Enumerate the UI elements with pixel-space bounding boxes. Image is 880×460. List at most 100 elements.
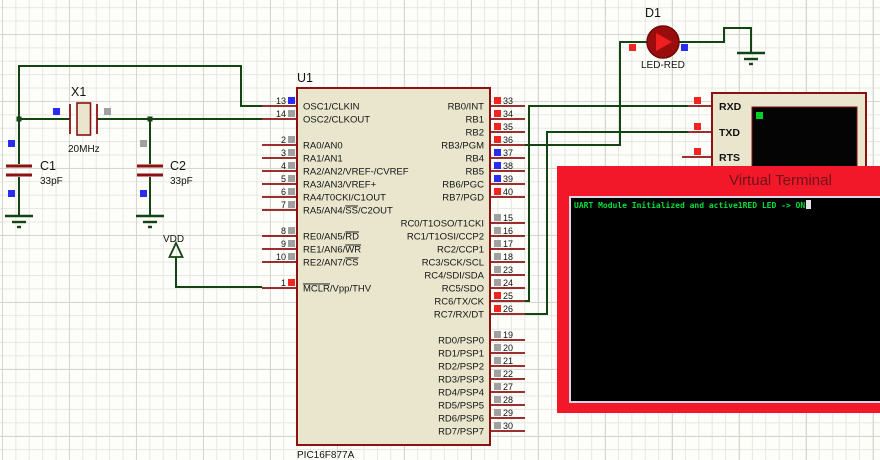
ground-symbol-c2[interactable] bbox=[136, 214, 164, 229]
pin-state-indicator bbox=[694, 123, 701, 130]
pin-number: 22 bbox=[503, 369, 513, 379]
pin-label: RE2/AN7/CS bbox=[303, 258, 358, 269]
pin-number: 8 bbox=[281, 226, 286, 236]
pin-label: RC6/TX/CK bbox=[434, 297, 484, 308]
pin-state-indicator bbox=[288, 227, 295, 234]
pin-number: 19 bbox=[503, 330, 513, 340]
pin-label: RB1 bbox=[466, 115, 484, 126]
pin-state-indicator bbox=[681, 44, 688, 51]
schematic-canvas: VDD X1 20MHz C1 33pF C2 33pF U1 PIC16F87… bbox=[0, 0, 880, 460]
pin-number: 7 bbox=[281, 200, 286, 210]
pin-state-indicator bbox=[494, 123, 501, 130]
pin-number: 15 bbox=[503, 213, 513, 223]
pin-number: 17 bbox=[503, 239, 513, 249]
pin-state-indicator bbox=[494, 357, 501, 364]
pin-label: RA5/AN4/SS/C2OUT bbox=[303, 206, 393, 217]
led-d1[interactable]: D1 LED-RED bbox=[629, 6, 688, 71]
power-flag-vdd[interactable]: VDD bbox=[163, 234, 184, 258]
c2-value: 33pF bbox=[170, 176, 193, 187]
pin-state-indicator bbox=[494, 136, 501, 143]
pin-number: 28 bbox=[503, 395, 513, 405]
ground-symbol-c1[interactable] bbox=[5, 214, 33, 229]
pin-label: RB4 bbox=[466, 154, 484, 165]
pin-label: RC4/SDI/SDA bbox=[424, 271, 484, 282]
pin-state-indicator bbox=[288, 201, 295, 208]
pin-label: RD5/PSP5 bbox=[438, 401, 484, 412]
pin-number: 20 bbox=[503, 343, 513, 353]
mcu-ref: U1 bbox=[297, 71, 313, 85]
pin-state-indicator bbox=[494, 305, 501, 312]
virtual-terminal-titlebar[interactable]: Virtual Terminal bbox=[729, 172, 832, 189]
pin-state-indicator bbox=[494, 240, 501, 247]
pin-label: RB5 bbox=[466, 167, 484, 178]
wire-led-gnd[interactable] bbox=[679, 27, 752, 53]
pin-state-indicator bbox=[494, 214, 501, 221]
c1-value: 33pF bbox=[40, 176, 63, 187]
terminal-screen[interactable]: UART Module Initialized and active1RED L… bbox=[569, 196, 880, 403]
pin-state-indicator bbox=[494, 370, 501, 377]
pin-state-indicator bbox=[288, 175, 295, 182]
pin-number: 18 bbox=[503, 252, 513, 262]
pin-number: 38 bbox=[503, 161, 513, 171]
pin-label: RD0/PSP0 bbox=[438, 336, 484, 347]
pin-label: RD6/PSP6 bbox=[438, 414, 484, 425]
pin-label: RE0/AN5/RD bbox=[303, 232, 359, 243]
pin-state-indicator bbox=[288, 279, 295, 286]
pin-state-indicator bbox=[140, 190, 147, 197]
mcu-u1[interactable]: U1 PIC16F877A 13OSC1/CLKIN14OSC2/CLKOUT2… bbox=[262, 71, 525, 460]
pin-state-indicator bbox=[494, 331, 501, 338]
mcu-part-number: PIC16F877A bbox=[297, 450, 355, 460]
pin-state-indicator bbox=[288, 188, 295, 195]
pin-state-indicator bbox=[494, 266, 501, 273]
pin-number: 10 bbox=[276, 252, 286, 262]
pin-state-indicator bbox=[53, 108, 60, 115]
pin-state-indicator bbox=[494, 175, 501, 182]
pin-number: 37 bbox=[503, 148, 513, 158]
pin-label: OSC2/CLKOUT bbox=[303, 115, 370, 126]
wire-rb3-led[interactable] bbox=[525, 41, 647, 146]
pin-state-indicator bbox=[494, 422, 501, 429]
pin-number: 29 bbox=[503, 408, 513, 418]
wire-vdd-mclr[interactable] bbox=[175, 257, 262, 288]
virtual-terminal-window[interactable]: Virtual Terminal UART Module Initialized… bbox=[557, 166, 880, 413]
pin-number: 9 bbox=[281, 239, 286, 249]
pin-number: 16 bbox=[503, 226, 513, 236]
pin-state-indicator bbox=[288, 162, 295, 169]
pin-label: RD2/PSP2 bbox=[438, 362, 484, 373]
pin-state-indicator bbox=[288, 240, 295, 247]
pin-label: RC5/SDO bbox=[442, 284, 484, 295]
pin-state-indicator bbox=[494, 344, 501, 351]
pin-number: 27 bbox=[503, 382, 513, 392]
crystal-value: 20MHz bbox=[68, 144, 100, 155]
capacitor-c1[interactable]: C1 33pF bbox=[6, 140, 63, 197]
pin-state-indicator bbox=[288, 136, 295, 143]
pin-number: 25 bbox=[503, 291, 513, 301]
ground-symbol-led[interactable] bbox=[737, 51, 765, 66]
pin-label: RC0/T1OSO/T1CKI bbox=[401, 219, 484, 230]
pin-state-indicator bbox=[494, 97, 501, 104]
pin-number: 36 bbox=[503, 135, 513, 145]
pin-label: RB3/PGM bbox=[441, 141, 484, 152]
pin-state-indicator bbox=[288, 97, 295, 104]
pin-label: RA1/AN1 bbox=[303, 154, 343, 165]
pin-state-indicator bbox=[494, 188, 501, 195]
pin-label: RC7/RX/DT bbox=[434, 310, 484, 321]
pin-label: RA3/AN3/VREF+ bbox=[303, 180, 377, 191]
capacitor-c2[interactable]: C2 33pF bbox=[137, 140, 193, 197]
pin-state-indicator bbox=[494, 383, 501, 390]
crystal-ref: X1 bbox=[71, 85, 86, 99]
pin-number: 24 bbox=[503, 278, 513, 288]
pin-state-indicator bbox=[494, 149, 501, 156]
pin-label: RB2 bbox=[466, 128, 484, 139]
vterm-cursor-block bbox=[756, 112, 763, 119]
pin-state-indicator bbox=[494, 253, 501, 260]
pin-number: 35 bbox=[503, 122, 513, 132]
pin-state-indicator bbox=[694, 97, 701, 104]
pin-label: RB0/INT bbox=[448, 102, 485, 113]
terminal-output-text: UART Module Initialized and active1RED L… bbox=[574, 201, 806, 210]
pin-state-indicator bbox=[494, 162, 501, 169]
pin-state-indicator bbox=[140, 140, 147, 147]
junction-dot bbox=[16, 116, 22, 122]
pin-number: 23 bbox=[503, 265, 513, 275]
pin-number: 6 bbox=[281, 187, 286, 197]
